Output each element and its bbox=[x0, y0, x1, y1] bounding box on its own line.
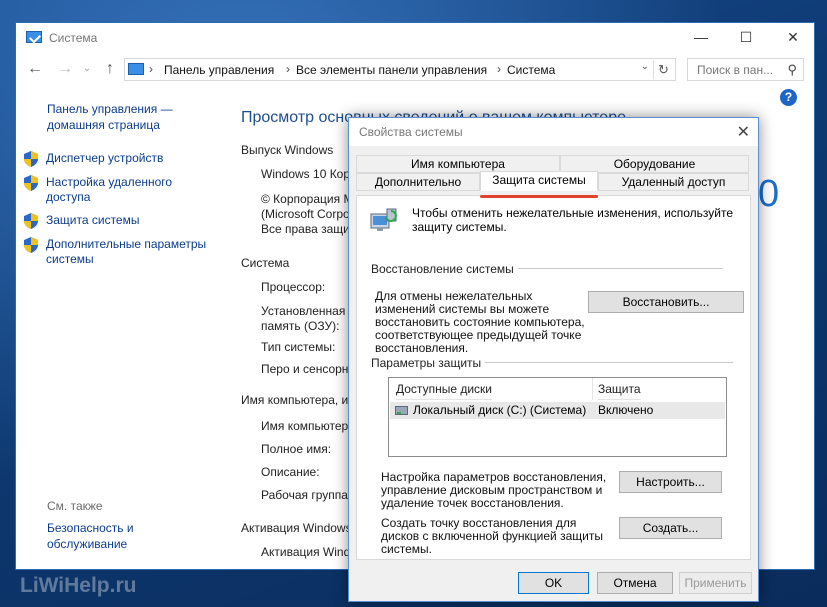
sidebar-item-label: Дополнительные параметры системы bbox=[46, 237, 207, 266]
name-field-label: Рабочая группа: bbox=[261, 488, 352, 502]
tab-remote[interactable]: Удаленный доступ bbox=[598, 173, 749, 191]
edition-heading: Выпуск Windows bbox=[241, 143, 334, 157]
address-bar[interactable]: › Панель управления › Все элементы панел… bbox=[124, 58, 676, 81]
configure-description: Настройка параметров восстановления, упр… bbox=[381, 470, 607, 510]
column-header-protection[interactable]: Защита bbox=[598, 378, 641, 400]
tab-system-protection[interactable]: Защита системы bbox=[480, 171, 598, 191]
search-input[interactable]: Поиск в пан... ⚲ bbox=[687, 58, 804, 81]
address-dropdown-icon[interactable]: ⌄ bbox=[641, 61, 649, 72]
breadcrumb-separator-icon[interactable]: › bbox=[149, 62, 153, 76]
dialog-title-bar: Свойства системы ✕ bbox=[349, 118, 758, 146]
back-arrow-icon[interactable]: ← bbox=[26, 60, 44, 78]
dialog-title: Свойства системы bbox=[359, 125, 463, 139]
system-field-label: Тип системы: bbox=[261, 340, 336, 354]
system-properties-dialog: Свойства системы ✕ Имя компьютера Оборуд… bbox=[348, 117, 759, 602]
system-field-label: Установленная память (ОЗУ): bbox=[261, 304, 346, 333]
protection-status-cell: Включено bbox=[598, 403, 654, 417]
tab-highlight-underline bbox=[480, 195, 598, 198]
activation-heading: Активация Windows bbox=[241, 521, 352, 535]
sidebar-item-advanced-settings[interactable]: Дополнительные параметры системы bbox=[24, 237, 224, 267]
title-bar: Система — ☐ ✕ bbox=[16, 23, 814, 51]
search-icon[interactable]: ⚲ bbox=[787, 62, 797, 78]
sidebar-item-label: Диспетчер устройств bbox=[46, 151, 164, 165]
maximize-button[interactable]: ☐ bbox=[736, 28, 756, 46]
control-panel-home-link[interactable]: Панель управления — домашняя страница bbox=[47, 101, 207, 133]
table-row[interactable]: Локальный диск (C:) (Система) Включено bbox=[390, 402, 725, 419]
see-also-heading: См. также bbox=[47, 499, 103, 513]
sidebar-item-label: Настройка удаленного доступа bbox=[46, 175, 173, 204]
apply-button[interactable]: Применить bbox=[679, 572, 752, 594]
system-heading: Система bbox=[241, 256, 290, 270]
sidebar-item-device-manager[interactable]: Диспетчер устройств bbox=[24, 151, 224, 167]
restore-description: Для отмены нежелательных изменений систе… bbox=[375, 289, 585, 355]
intro-text: Чтобы отменить нежелательные изменения, … bbox=[412, 206, 734, 234]
navigation-bar: ← → ⌄ ↑ › Панель управления › Все элемен… bbox=[16, 57, 814, 83]
help-icon[interactable]: ? bbox=[780, 89, 797, 106]
column-divider bbox=[592, 378, 593, 400]
search-placeholder: Поиск в пан... bbox=[697, 63, 774, 77]
forward-arrow-icon[interactable]: → bbox=[56, 60, 74, 78]
sidebar-item-label: Защита системы bbox=[46, 213, 140, 227]
refresh-icon[interactable]: ↻ bbox=[653, 60, 673, 79]
dialog-close-icon[interactable]: ✕ bbox=[737, 122, 750, 142]
drives-table[interactable]: Доступные диски Защита Локальный диск (C… bbox=[388, 377, 727, 457]
protection-group-label: Параметры защиты bbox=[371, 356, 486, 370]
create-button[interactable]: Создать... bbox=[619, 517, 722, 539]
breadcrumb-control-panel[interactable]: Панель управления bbox=[164, 63, 274, 77]
shield-icon bbox=[24, 213, 38, 229]
system-app-icon bbox=[26, 31, 42, 43]
name-field-label: Описание: bbox=[261, 465, 320, 479]
sidebar-item-system-protection[interactable]: Защита системы bbox=[24, 213, 224, 229]
breadcrumb-system[interactable]: Система bbox=[507, 63, 555, 77]
sidebar-item-remote-settings[interactable]: Настройка удаленного доступа bbox=[24, 175, 224, 205]
name-field-label: Полное имя: bbox=[261, 442, 332, 456]
minimize-button[interactable]: — bbox=[691, 28, 711, 46]
drive-name-cell: Локальный диск (C:) (Система) bbox=[413, 403, 587, 417]
window-title: Система bbox=[49, 31, 98, 45]
recent-dropdown-icon[interactable]: ⌄ bbox=[78, 60, 96, 78]
restore-group-label: Восстановление системы bbox=[371, 262, 518, 276]
up-arrow-icon[interactable]: ↑ bbox=[101, 60, 119, 78]
ok-button[interactable]: OK bbox=[518, 572, 589, 594]
name-field-label: Имя компьютера: bbox=[261, 419, 359, 433]
close-button[interactable]: ✕ bbox=[783, 28, 803, 46]
tab-advanced[interactable]: Дополнительно bbox=[356, 173, 480, 191]
configure-button[interactable]: Настроить... bbox=[619, 471, 722, 493]
shield-icon bbox=[24, 151, 38, 167]
system-field-label: Процессор: bbox=[261, 280, 326, 294]
create-description: Создать точку восстановления для дисков … bbox=[381, 516, 603, 556]
system-protection-panel: Чтобы отменить нежелательные изменения, … bbox=[356, 195, 751, 560]
breadcrumb-separator-icon[interactable]: › bbox=[497, 62, 501, 76]
windows10-logo-text: 0 bbox=[758, 173, 780, 215]
system-protection-icon bbox=[370, 208, 397, 231]
breadcrumb-all-items[interactable]: Все элементы панели управления bbox=[296, 63, 487, 77]
watermark-text: LiWiHelp.ru bbox=[20, 574, 137, 597]
restore-button[interactable]: Восстановить... bbox=[588, 291, 744, 313]
control-panel-icon bbox=[128, 63, 144, 75]
drive-icon bbox=[395, 406, 408, 415]
cancel-button[interactable]: Отмена bbox=[597, 572, 673, 594]
column-header-drives[interactable]: Доступные диски bbox=[396, 378, 492, 400]
breadcrumb-separator-icon[interactable]: › bbox=[286, 62, 290, 76]
shield-icon bbox=[24, 237, 38, 253]
shield-icon bbox=[24, 175, 38, 191]
security-maintenance-link[interactable]: Безопасность и обслуживание bbox=[47, 520, 187, 552]
